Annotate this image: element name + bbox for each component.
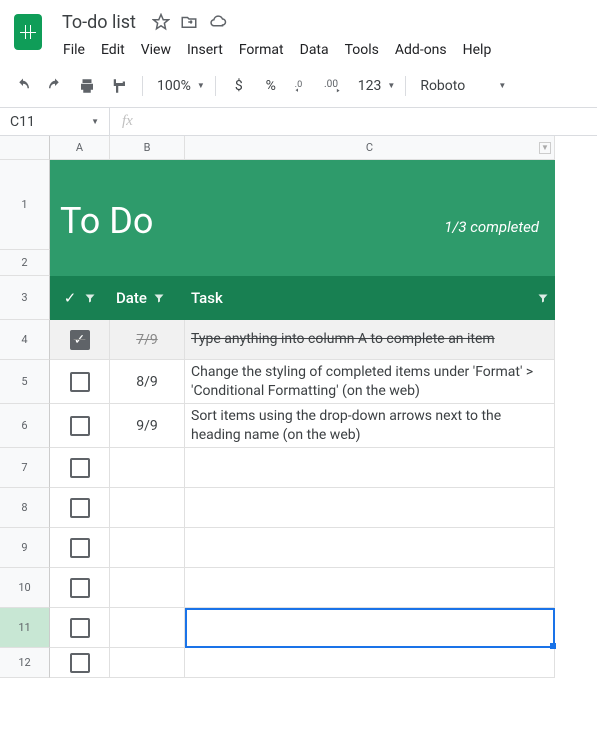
row-header-12[interactable]: 12 <box>0 648 50 678</box>
menu-format[interactable]: Format <box>232 38 291 62</box>
task-row5[interactable]: Change the styling of completed items un… <box>185 360 555 404</box>
task-row10[interactable] <box>185 568 555 608</box>
sheets-logo[interactable] <box>8 8 48 56</box>
checkbox-row10[interactable] <box>50 568 110 608</box>
move-icon[interactable] <box>180 13 198 31</box>
checkbox-icon <box>70 653 90 673</box>
row-header-9[interactable]: 9 <box>0 528 50 568</box>
task-row4[interactable]: Type anything into column A to complete … <box>185 320 555 360</box>
cloud-icon[interactable] <box>208 13 228 31</box>
task-row11-selected[interactable] <box>185 608 555 648</box>
menu-data[interactable]: Data <box>293 38 336 62</box>
row-header-8[interactable]: 8 <box>0 488 50 528</box>
menubar: File Edit View Insert Format Data Tools … <box>56 36 589 64</box>
select-all-corner[interactable] <box>0 136 50 160</box>
menu-addons[interactable]: Add-ons <box>388 38 454 62</box>
col-header-c[interactable]: C▼ <box>185 136 555 160</box>
checkbox-icon <box>70 618 90 638</box>
paint-format-button[interactable] <box>106 73 132 99</box>
row-header-10[interactable]: 10 <box>0 568 50 608</box>
selection-handle[interactable] <box>550 643 556 649</box>
toolbar: 100%▼ $ % .0 .00 123▼ Roboto▼ <box>0 64 597 108</box>
date-row5[interactable]: 8/9 <box>110 360 185 404</box>
filter-icon[interactable] <box>537 292 549 304</box>
date-row7[interactable] <box>110 448 185 488</box>
filter-icon[interactable] <box>84 292 96 304</box>
checkbox-row8[interactable] <box>50 488 110 528</box>
redo-button[interactable] <box>42 73 68 99</box>
menu-edit[interactable]: Edit <box>94 38 132 62</box>
row-header-6[interactable]: 6 <box>0 404 50 448</box>
checkbox-icon <box>70 578 90 598</box>
checkbox-icon <box>70 372 90 392</box>
task-row9[interactable] <box>185 528 555 568</box>
doc-title[interactable]: To-do list <box>56 10 142 35</box>
heading-check[interactable]: ✓ <box>50 276 110 320</box>
row-header-5[interactable]: 5 <box>0 360 50 404</box>
checkbox-icon: ✓ <box>70 330 90 350</box>
checkbox-icon <box>70 538 90 558</box>
row-header-4[interactable]: 4 <box>0 320 50 360</box>
fx-icon: fx <box>110 113 145 130</box>
checkbox-row11[interactable] <box>50 608 110 648</box>
checkbox-icon <box>70 416 90 436</box>
col-header-a[interactable]: A <box>50 136 110 160</box>
name-box[interactable]: C11▼ <box>0 108 110 135</box>
date-row9[interactable] <box>110 528 185 568</box>
cell-row2[interactable] <box>50 250 555 276</box>
filter-icon[interactable] <box>153 292 165 304</box>
heading-date[interactable]: Date <box>110 276 185 320</box>
percent-button[interactable]: % <box>258 73 284 99</box>
date-row4[interactable]: 7/9 <box>110 320 185 360</box>
row-header-3[interactable]: 3 <box>0 276 50 320</box>
row-header-11[interactable]: 11 <box>0 608 50 648</box>
date-row12[interactable] <box>110 648 185 678</box>
undo-button[interactable] <box>10 73 36 99</box>
date-row10[interactable] <box>110 568 185 608</box>
number-format-dropdown[interactable]: 123▼ <box>354 78 396 94</box>
sheet-title[interactable]: To Do <box>50 160 185 250</box>
checkbox-row7[interactable] <box>50 448 110 488</box>
date-row6[interactable]: 9/9 <box>110 404 185 448</box>
print-button[interactable] <box>74 73 100 99</box>
checkbox-row12[interactable] <box>50 648 110 678</box>
menu-view[interactable]: View <box>134 38 178 62</box>
checkbox-row5[interactable] <box>50 360 110 404</box>
task-row7[interactable] <box>185 448 555 488</box>
formula-bar[interactable] <box>145 108 597 135</box>
checkbox-icon <box>70 498 90 518</box>
row-header-2[interactable]: 2 <box>0 250 50 276</box>
star-icon[interactable] <box>152 13 170 31</box>
checkbox-icon <box>70 458 90 478</box>
currency-button[interactable]: $ <box>226 73 252 99</box>
zoom-dropdown[interactable]: 100%▼ <box>153 78 205 94</box>
menu-tools[interactable]: Tools <box>338 38 386 62</box>
col-header-b[interactable]: B <box>110 136 185 160</box>
checkbox-row9[interactable] <box>50 528 110 568</box>
menu-insert[interactable]: Insert <box>180 38 230 62</box>
task-row12[interactable] <box>185 648 555 678</box>
svg-text:.00: .00 <box>324 78 338 89</box>
row-header-7[interactable]: 7 <box>0 448 50 488</box>
date-row8[interactable] <box>110 488 185 528</box>
col-dropdown-icon[interactable]: ▼ <box>539 142 551 154</box>
completed-count[interactable]: 1/3 completed <box>185 160 555 250</box>
date-row11[interactable] <box>110 608 185 648</box>
task-row8[interactable] <box>185 488 555 528</box>
menu-file[interactable]: File <box>56 38 92 62</box>
decrease-decimal-button[interactable]: .0 <box>290 73 316 99</box>
task-row6[interactable]: Sort items using the drop-down arrows ne… <box>185 404 555 448</box>
checkbox-row4[interactable]: ✓ <box>50 320 110 360</box>
row-header-1[interactable]: 1 <box>0 160 50 250</box>
svg-text:.0: .0 <box>294 79 302 89</box>
spreadsheet-grid: A B C▼ 1 To Do 1/3 completed 2 3 ✓ Date … <box>0 136 597 678</box>
menu-help[interactable]: Help <box>456 38 499 62</box>
increase-decimal-button[interactable]: .00 <box>322 73 348 99</box>
font-dropdown[interactable]: Roboto▼ <box>416 78 506 94</box>
checkbox-row6[interactable] <box>50 404 110 448</box>
heading-task[interactable]: Task <box>185 276 555 320</box>
